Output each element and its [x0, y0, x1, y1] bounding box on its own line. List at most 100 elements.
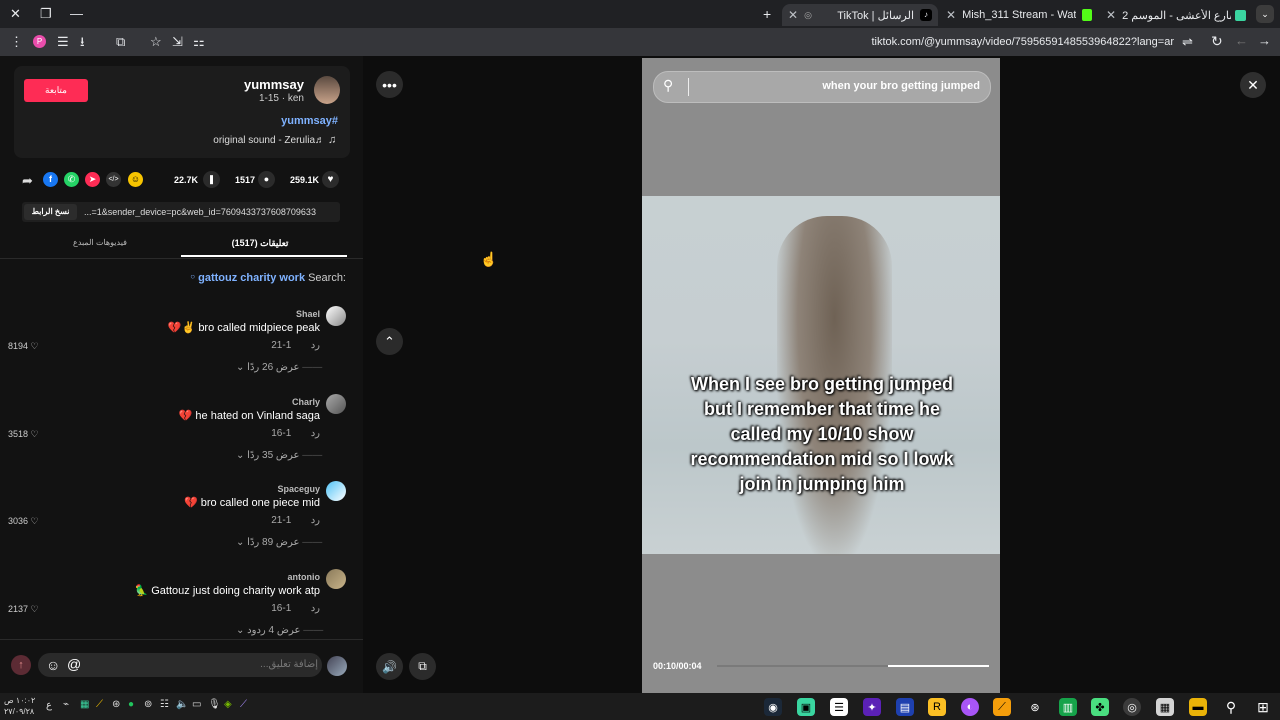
close-video-icon[interactable]: ✕: [1240, 72, 1266, 98]
view-replies[interactable]: ⌄ عرض 26 ردًا ——: [236, 362, 322, 373]
install-app-icon[interactable]: ⇲: [172, 35, 183, 48]
commenter-name[interactable]: antonio: [288, 572, 321, 582]
previous-video-icon[interactable]: ⌃: [376, 328, 403, 355]
video-search-bar[interactable]: ⚲ when your bro getting jumped: [653, 71, 991, 103]
copy-link-button[interactable]: نسخ الرابط: [24, 204, 77, 220]
app-icon[interactable]: ✦: [863, 698, 881, 716]
tab-mish-stream[interactable]: ✕ Mish_311 Stream - Watch Live: [940, 4, 1098, 26]
comment-likes[interactable]: 3518 ♡: [8, 429, 39, 440]
app-icon[interactable]: ☰: [830, 698, 848, 716]
back-icon[interactable]: →: [1258, 34, 1271, 47]
bookmark-star-icon[interactable]: ☆: [150, 35, 162, 48]
restore-window-icon[interactable]: ❐: [40, 7, 52, 20]
site-settings-icon[interactable]: ⇌: [1182, 35, 1193, 48]
comment-likes[interactable]: 8194 ♡: [8, 341, 39, 352]
microphone-icon[interactable]: 🎙: [208, 699, 221, 710]
hashtag-link[interactable]: yummsay#: [281, 115, 338, 127]
reading-list-icon[interactable]: ☰: [57, 35, 69, 48]
tray-app-icon[interactable]: ⟋: [240, 699, 247, 710]
comment-reply[interactable]: رد: [311, 603, 320, 614]
close-tab-icon[interactable]: ✕: [940, 8, 962, 22]
file-explorer-icon[interactable]: ▬: [1189, 698, 1207, 716]
profile-avatar[interactable]: P: [33, 35, 46, 48]
extensions-icon[interactable]: ⧉: [116, 35, 125, 48]
comment-likes[interactable]: 3036 ♡: [8, 516, 39, 527]
download-icon[interactable]: ⭳: [80, 35, 85, 48]
whatsapp-icon[interactable]: ✆: [64, 172, 79, 187]
commenter-name[interactable]: Charly: [292, 397, 320, 407]
gift-icon[interactable]: ☺: [128, 172, 143, 187]
minimize-window-icon[interactable]: —: [70, 7, 83, 20]
more-options-icon[interactable]: •••: [376, 71, 403, 98]
follow-button[interactable]: متابعة: [24, 79, 88, 102]
url-text[interactable]: tiktok.com/@yummsay/video/75956591485539…: [871, 36, 1174, 48]
volume-icon[interactable]: 🔊: [376, 653, 403, 680]
language-indicator[interactable]: ع: [46, 700, 52, 711]
comment-input[interactable]: ☺ @ ...إضافة تعليق: [38, 653, 322, 677]
send-to-friends-icon[interactable]: ➤: [85, 172, 100, 187]
comment-likes[interactable]: 2137 ♡: [8, 604, 39, 615]
commenter-name[interactable]: Shael: [296, 309, 320, 319]
app-icon[interactable]: ⊛: [1026, 698, 1044, 716]
tab-series[interactable]: ✕ شاهد شارع الأعشى - الموسم 2 /: [1100, 4, 1250, 26]
commenter-avatar[interactable]: [326, 481, 346, 501]
share-icon[interactable]: ➦: [22, 173, 33, 189]
commenter-name[interactable]: Spaceguy: [277, 484, 320, 494]
display-icon[interactable]: ▭: [192, 699, 201, 710]
rockstar-icon[interactable]: R: [928, 698, 946, 716]
tray-app-icon[interactable]: ●: [128, 699, 134, 710]
progress-track[interactable]: [717, 665, 989, 667]
app-icon[interactable]: ⟋: [993, 698, 1011, 716]
bookmark-icon[interactable]: ❚: [203, 171, 220, 188]
translate-icon[interactable]: ⚏: [193, 35, 205, 48]
share-link-text[interactable]: ...=1&sender_device=pc&web_id=7609433737…: [84, 207, 334, 217]
tab-comments[interactable]: (1517) تعليقات: [190, 238, 330, 249]
clock[interactable]: ١٠:٠٢ ص ٢٧/٠٩/٢٨: [4, 695, 35, 717]
video-player[interactable]: ⚲ when your bro getting jumped When I se…: [642, 58, 1000, 693]
search-suggestion[interactable]: ○ gattouz charity work Search:: [190, 272, 346, 284]
emoji-icon[interactable]: ☺: [46, 657, 60, 673]
app-icon[interactable]: ✤: [1091, 698, 1109, 716]
chrome-icon[interactable]: ◎: [1123, 698, 1141, 716]
tray-app-icon[interactable]: ◈: [224, 699, 232, 710]
steam-icon[interactable]: ◉: [764, 698, 782, 716]
commenter-avatar[interactable]: [326, 568, 346, 589]
embed-icon[interactable]: </>: [106, 172, 121, 187]
comment-reply[interactable]: رد: [311, 428, 320, 439]
start-icon[interactable]: ⊞: [1254, 698, 1272, 716]
comment-reply[interactable]: رد: [311, 340, 320, 351]
author-username[interactable]: yummsay: [244, 77, 304, 92]
floating-player-icon[interactable]: ⧉: [409, 653, 436, 680]
comment-reply[interactable]: رد: [311, 515, 320, 526]
tray-app-icon[interactable]: ▦: [80, 699, 89, 710]
close-tab-icon[interactable]: ✕: [1100, 8, 1122, 22]
mention-icon[interactable]: @: [67, 656, 81, 672]
heart-icon[interactable]: ♥: [322, 171, 339, 188]
app-icon[interactable]: ▦: [1156, 698, 1174, 716]
search-taskbar-icon[interactable]: ⚲: [1222, 698, 1240, 716]
forward-icon[interactable]: ←: [1235, 34, 1248, 47]
view-replies[interactable]: ⌄ عرض 89 ردًا ——: [236, 537, 322, 548]
new-tab-icon[interactable]: +: [763, 7, 771, 21]
commenter-avatar[interactable]: [326, 306, 346, 326]
commenter-avatar[interactable]: [326, 393, 346, 414]
tab-search-icon[interactable]: ⌄: [1256, 5, 1274, 23]
comment-bubble-icon[interactable]: ●: [258, 171, 275, 188]
close-tab-icon[interactable]: ✕: [782, 8, 804, 22]
view-replies[interactable]: ⌄ عرض 35 ردًا ——: [236, 450, 322, 461]
tab-creator-videos[interactable]: فيديوهات المبدع: [30, 238, 170, 247]
reload-icon[interactable]: ↻: [1211, 34, 1223, 48]
tray-app-icon[interactable]: ⊚: [144, 699, 152, 710]
author-avatar[interactable]: [314, 76, 340, 104]
user-avatar[interactable]: [327, 656, 347, 676]
close-window-icon[interactable]: ✕: [10, 7, 21, 20]
wifi-icon[interactable]: ☷: [160, 699, 169, 710]
tab-tiktok[interactable]: ✕ ◎ TikTok | الرسائل ♪: [782, 4, 938, 26]
app-icon[interactable]: ◐: [961, 698, 979, 716]
view-replies[interactable]: ⌄ عرض 4 ردود ——: [236, 625, 323, 636]
volume-tray-icon[interactable]: 🔈: [176, 699, 188, 710]
tray-app-icon[interactable]: ⟋: [96, 699, 103, 710]
tray-app-icon[interactable]: ⊛: [112, 699, 120, 710]
app-icon[interactable]: ▣: [797, 698, 815, 716]
menu-dots-icon[interactable]: ⋮: [10, 35, 23, 48]
